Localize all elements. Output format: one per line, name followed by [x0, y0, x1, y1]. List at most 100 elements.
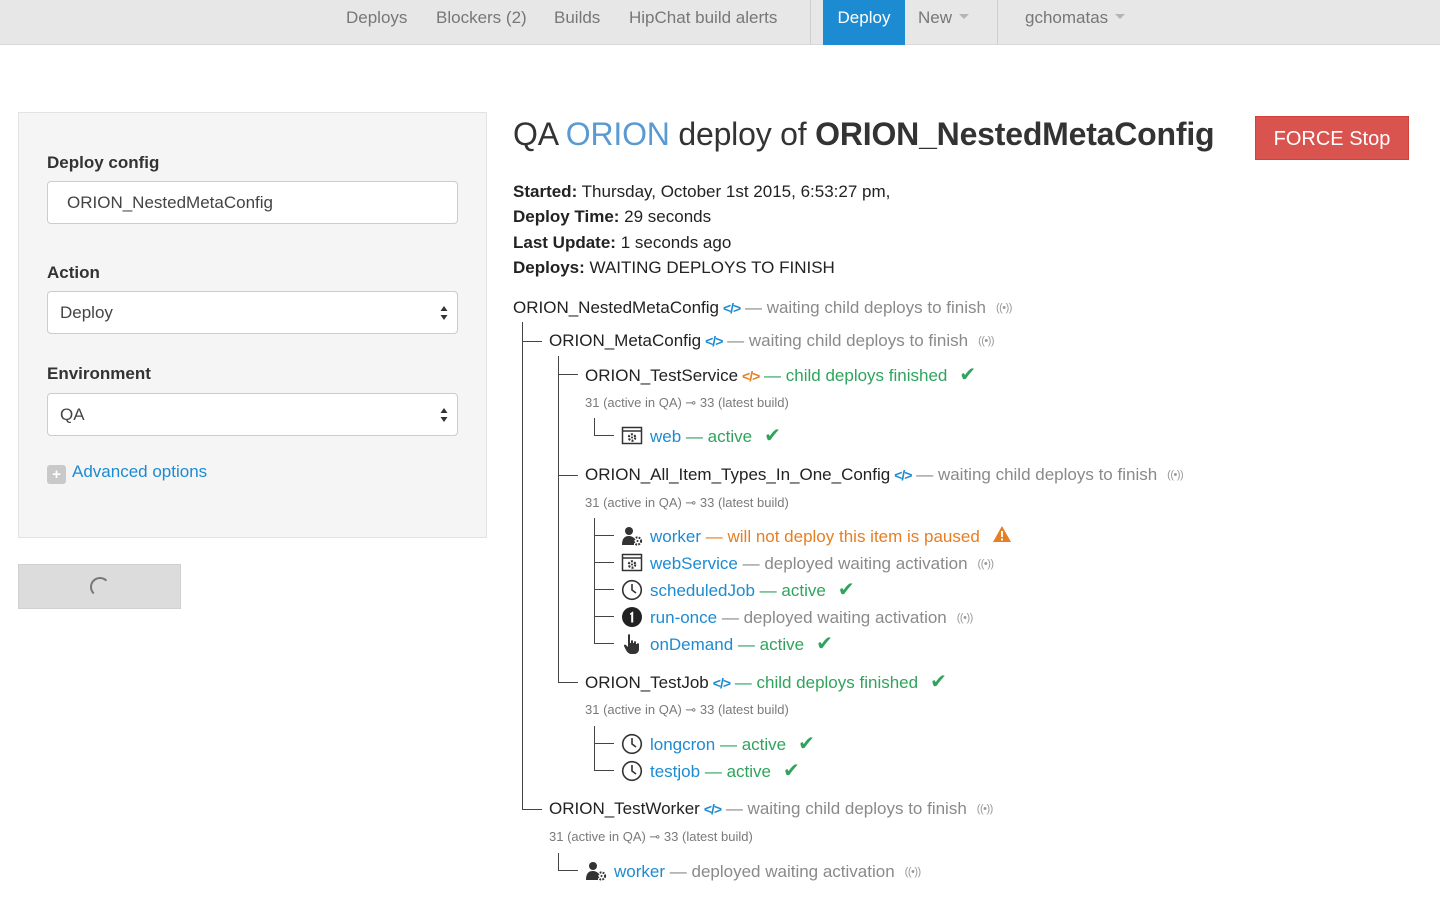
environment-select[interactable]: QA	[47, 393, 458, 436]
nav-new-dropdown[interactable]: New	[918, 0, 970, 45]
info-started: Started: Thursday, October 1st 2015, 6:5…	[513, 182, 890, 202]
page-title: QA ORION deploy of ORION_NestedMetaConfi…	[513, 116, 1215, 153]
item-name[interactable]: scheduledJob	[650, 581, 755, 600]
broadcast-icon: ((•))	[976, 803, 994, 815]
item-dash: —	[721, 608, 739, 627]
checkmark-icon: ✔	[959, 364, 977, 386]
broadcast-icon: ((•))	[1167, 469, 1184, 481]
tree-line	[558, 853, 559, 870]
code-icon[interactable]: </>	[704, 801, 722, 817]
checkmark-icon: ✔	[816, 633, 833, 655]
tree-node-testworker: ORION_TestWorker </> — waiting child depl…	[549, 799, 993, 819]
build-versions: 31 (active in QA) ⊸ 33 (latest build)	[585, 395, 789, 410]
checkmark-icon: ✔	[837, 579, 855, 601]
advanced-options-label: Advanced options	[72, 462, 208, 481]
tree-line	[594, 418, 595, 435]
tree-line	[594, 589, 614, 590]
node-status: child deploys finished	[756, 673, 919, 692]
nav-builds[interactable]: Builds	[554, 0, 600, 45]
item-name[interactable]: testjob	[650, 762, 700, 781]
last-update-label: Last Update:	[513, 233, 616, 252]
tree-line	[558, 475, 578, 476]
tree-line	[594, 616, 614, 617]
broadcast-icon: ((•))	[904, 866, 922, 878]
build-versions: 31 (active in QA) ⊸ 33 (latest build)	[585, 702, 789, 717]
item-status: active	[726, 762, 771, 781]
checkmark-icon: ✔	[798, 733, 815, 755]
node-dash: —	[764, 366, 782, 385]
build-versions: 31 (active in QA) ⊸ 33 (latest build)	[549, 829, 753, 844]
item-name[interactable]: onDemand	[650, 635, 733, 654]
warning-icon	[992, 526, 1011, 542]
tree-line	[558, 374, 578, 375]
tree-item-testjob: testjob — active ✔	[621, 760, 800, 782]
tree-line	[558, 870, 578, 871]
force-stop-button[interactable]: FORCE Stop	[1255, 116, 1409, 160]
title-app-link[interactable]: ORION	[566, 116, 670, 152]
nav-hipchat-build-alerts[interactable]: HipChat build alerts	[629, 0, 777, 45]
node-name: ORION_All_Item_Types_In_One_Config	[585, 465, 891, 484]
run-once-icon	[622, 607, 642, 627]
code-icon[interactable]: </>	[713, 675, 731, 691]
select-arrows-icon	[440, 408, 448, 422]
tree-line	[594, 435, 614, 436]
tree-item-run-once: run-once — deployed waiting activation ((…	[621, 606, 973, 628]
tree-line	[594, 535, 614, 536]
plus-icon: +	[47, 465, 66, 484]
nav-new-label: New	[918, 8, 953, 27]
select-arrows-icon	[440, 306, 448, 320]
node-status: child deploys finished	[785, 366, 948, 385]
title-deploy-of: deploy of	[678, 116, 807, 152]
node-name: ORION_MetaConfig	[549, 331, 702, 350]
item-status: active	[741, 735, 787, 754]
tree-line	[594, 518, 595, 643]
action-select-value: Deploy	[60, 303, 113, 322]
deploy-time-value: 29 seconds	[624, 207, 712, 226]
node-dash: —	[725, 799, 743, 818]
nav-deploy-active[interactable]: Deploy	[823, 0, 905, 45]
item-name[interactable]: longcron	[650, 735, 715, 754]
item-name[interactable]: web	[650, 427, 681, 446]
advanced-options-toggle[interactable]: + Advanced options	[47, 462, 207, 484]
nav-divider	[997, 0, 998, 45]
tree-line	[522, 809, 542, 810]
node-status: waiting child deploys to finish	[748, 331, 969, 350]
started-label: Started:	[513, 182, 578, 201]
action-select[interactable]: Deploy	[47, 291, 458, 334]
tree-line	[558, 682, 578, 683]
nav-blockers[interactable]: Blockers (2)	[436, 0, 527, 45]
nav-divider	[810, 0, 811, 45]
deploy-config-label: Deploy config	[47, 153, 160, 172]
node-name: ORION_NestedMetaConfig	[513, 298, 719, 317]
item-name[interactable]: worker	[614, 862, 665, 881]
item-name[interactable]: run-once	[650, 608, 717, 627]
item-dash: —	[685, 427, 703, 446]
broadcast-icon: ((•))	[977, 558, 995, 570]
submit-button-loading[interactable]	[18, 564, 181, 609]
code-icon[interactable]: </>	[894, 467, 912, 483]
last-update-value: 1 seconds ago	[620, 233, 732, 252]
code-icon[interactable]: </>	[705, 333, 723, 349]
tree-line	[522, 341, 542, 342]
item-status: will not deploy this item is paused	[727, 527, 980, 546]
info-last-update: Last Update: 1 seconds ago	[513, 233, 731, 253]
tree-line	[594, 726, 595, 770]
caret-down-icon	[959, 14, 970, 20]
checkmark-icon: ✔	[930, 671, 947, 693]
tree-item-worker-2: worker — deployed waiting activation ((•)…	[585, 860, 921, 882]
nav-deploys[interactable]: Deploys	[346, 0, 407, 45]
nav-user-dropdown[interactable]: gchomatas	[1025, 0, 1126, 45]
tree-node-all-item-types: ORION_All_Item_Types_In_One_Config </> — …	[585, 465, 1184, 485]
item-dash: —	[669, 862, 687, 881]
tree-item-ondemand: onDemand — active ✔	[621, 633, 833, 655]
item-dash: —	[719, 735, 737, 754]
item-name[interactable]: webService	[650, 554, 738, 573]
deploy-config-input[interactable]: ORION_NestedMetaConfig	[47, 181, 458, 224]
checkmark-icon: ✔	[764, 425, 781, 447]
item-status: active	[781, 581, 826, 600]
code-icon[interactable]: </>	[723, 300, 741, 316]
tree-line	[522, 322, 523, 810]
code-icon[interactable]: </>	[742, 368, 760, 384]
item-name[interactable]: worker	[650, 527, 701, 546]
item-status: deployed waiting activation	[743, 608, 947, 627]
